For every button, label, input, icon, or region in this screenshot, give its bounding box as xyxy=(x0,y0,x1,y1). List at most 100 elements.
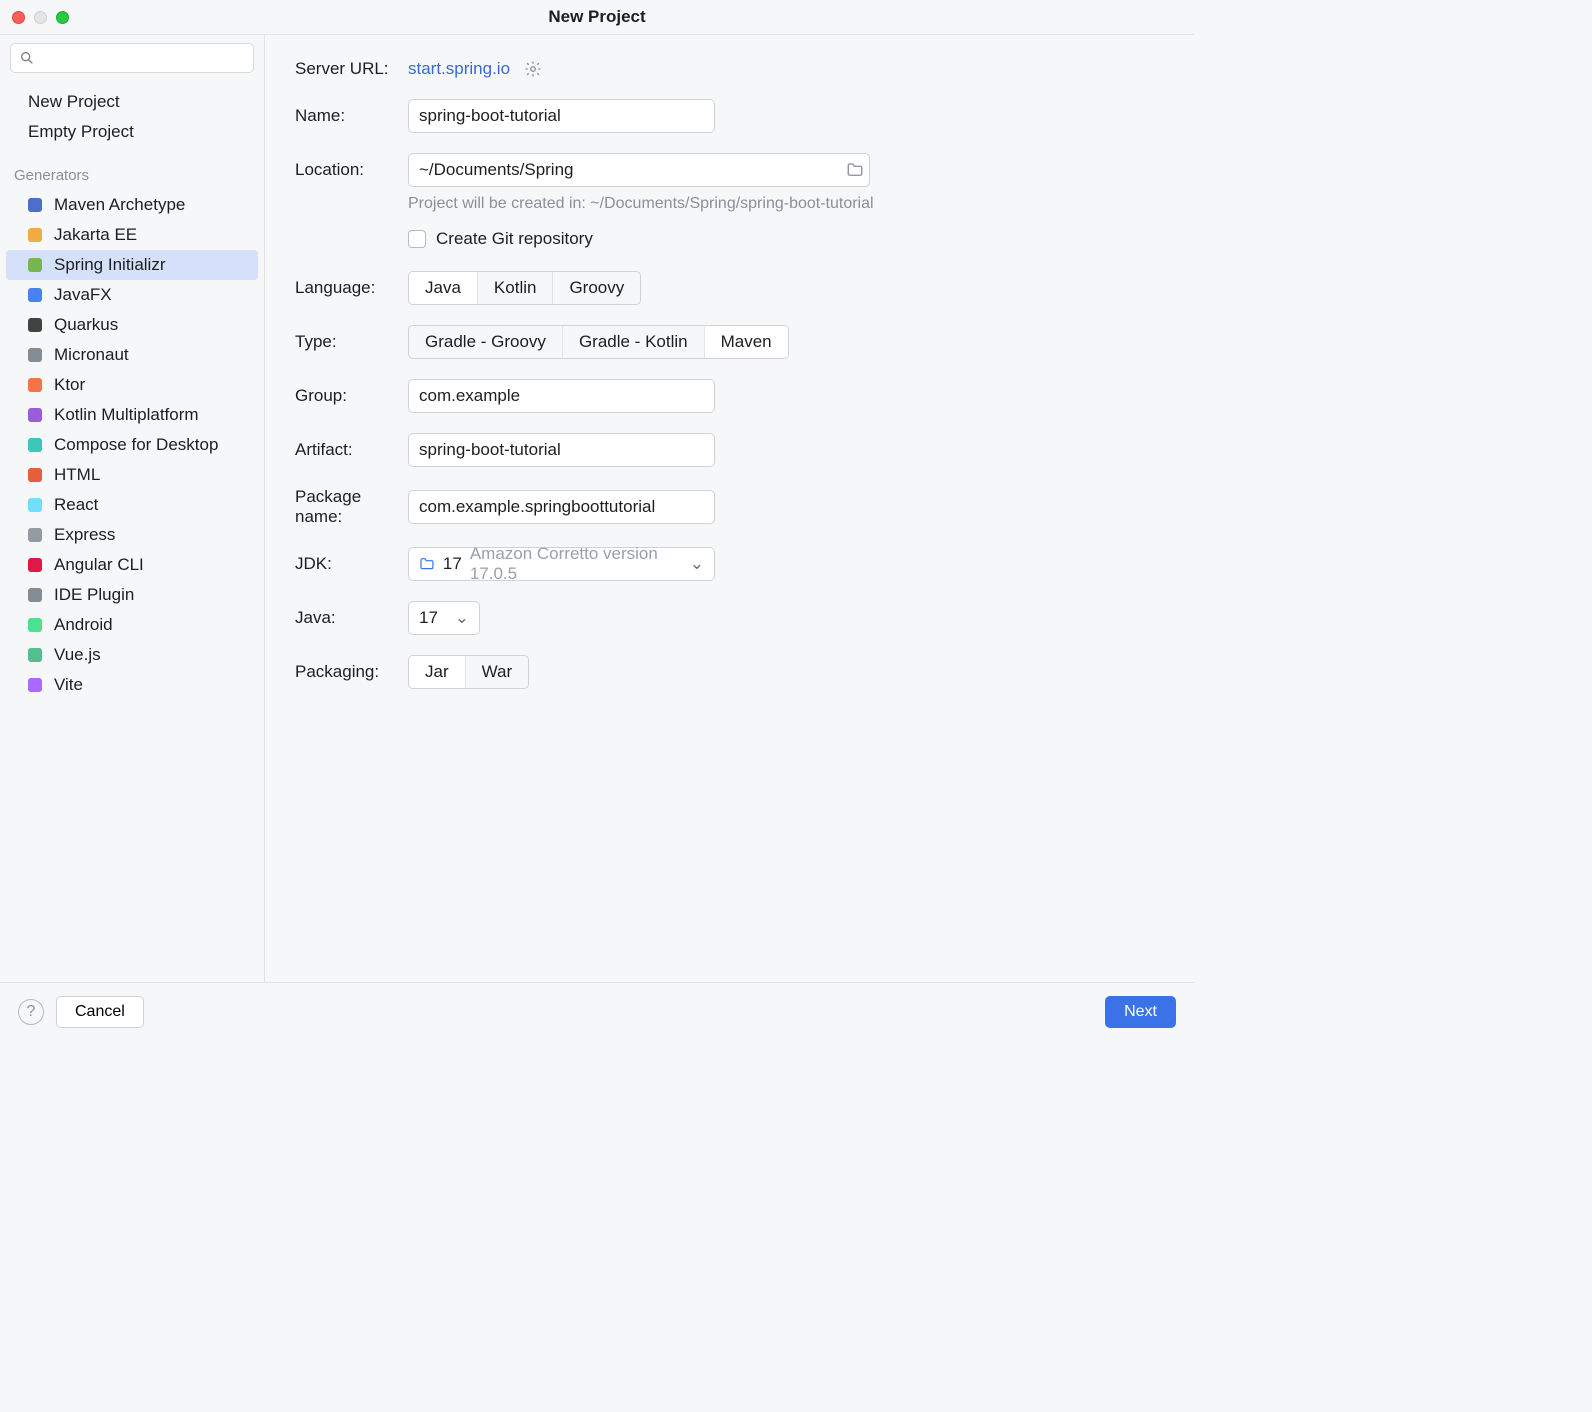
server-url-link[interactable]: start.spring.io xyxy=(408,59,510,79)
package-input[interactable] xyxy=(408,490,715,524)
language-option-kotlin[interactable]: Kotlin xyxy=(477,272,553,304)
jdk-detail: Amazon Corretto version 17.0.5 xyxy=(470,544,682,584)
generator-label: Jakarta EE xyxy=(54,225,137,245)
close-window-button[interactable] xyxy=(12,11,25,24)
generator-item-react[interactable]: React xyxy=(6,490,258,520)
java-label: Java: xyxy=(295,608,408,628)
generator-item-spring-initializr[interactable]: Spring Initializr xyxy=(6,250,258,280)
generator-icon xyxy=(26,586,44,604)
type-option-maven[interactable]: Maven xyxy=(704,326,788,358)
generator-label: Quarkus xyxy=(54,315,118,335)
generator-label: HTML xyxy=(54,465,100,485)
group-input[interactable] xyxy=(408,379,715,413)
generator-item-javafx[interactable]: JavaFX xyxy=(6,280,258,310)
group-label: Group: xyxy=(295,386,408,406)
generator-item-android[interactable]: Android xyxy=(6,610,258,640)
generator-item-jakarta-ee[interactable]: Jakarta EE xyxy=(6,220,258,250)
generator-item-ktor[interactable]: Ktor xyxy=(6,370,258,400)
type-label: Type: xyxy=(295,332,408,352)
sidebar-item-empty-project[interactable]: Empty Project xyxy=(0,117,264,147)
artifact-label: Artifact: xyxy=(295,440,408,460)
search-input[interactable] xyxy=(10,43,254,73)
generator-icon xyxy=(26,556,44,574)
generator-item-ide-plugin[interactable]: IDE Plugin xyxy=(6,580,258,610)
window-controls xyxy=(12,11,69,24)
generator-icon xyxy=(26,676,44,694)
generator-item-compose-for-desktop[interactable]: Compose for Desktop xyxy=(6,430,258,460)
generator-item-maven-archetype[interactable]: Maven Archetype xyxy=(6,190,258,220)
generator-label: React xyxy=(54,495,98,515)
location-input[interactable] xyxy=(408,153,870,187)
language-label: Language: xyxy=(295,278,408,298)
language-segmented: JavaKotlinGroovy xyxy=(408,271,641,305)
generator-icon xyxy=(26,646,44,664)
type-segmented: Gradle - GroovyGradle - KotlinMaven xyxy=(408,325,789,359)
generator-icon xyxy=(26,196,44,214)
generator-item-html[interactable]: HTML xyxy=(6,460,258,490)
generator-label: Compose for Desktop xyxy=(54,435,218,455)
java-dropdown[interactable]: 17 ⌄ xyxy=(408,601,480,635)
generator-label: IDE Plugin xyxy=(54,585,134,605)
jdk-version: 17 xyxy=(443,554,462,574)
generator-icon xyxy=(26,226,44,244)
gear-icon[interactable] xyxy=(524,60,542,78)
packaging-option-war[interactable]: War xyxy=(465,656,529,688)
generator-item-quarkus[interactable]: Quarkus xyxy=(6,310,258,340)
type-option-gradle-kotlin[interactable]: Gradle - Kotlin xyxy=(562,326,704,358)
generator-icon xyxy=(26,256,44,274)
next-button[interactable]: Next xyxy=(1105,996,1176,1028)
chevron-down-icon: ⌄ xyxy=(455,608,469,628)
location-label: Location: xyxy=(295,160,408,180)
zoom-window-button[interactable] xyxy=(56,11,69,24)
generator-label: Android xyxy=(54,615,113,635)
generator-item-micronaut[interactable]: Micronaut xyxy=(6,340,258,370)
footer: ? Cancel Next xyxy=(0,982,1194,1040)
generator-item-express[interactable]: Express xyxy=(6,520,258,550)
minimize-window-button[interactable] xyxy=(34,11,47,24)
generator-icon xyxy=(26,316,44,334)
sidebar-item-new-project[interactable]: New Project xyxy=(0,87,264,117)
generator-icon xyxy=(26,466,44,484)
folder-icon[interactable] xyxy=(846,161,864,179)
package-label: Package name: xyxy=(295,487,408,527)
main-form: Server URL: start.spring.io Name: Locati… xyxy=(265,35,1194,982)
generator-icon xyxy=(26,346,44,364)
chevron-down-icon: ⌄ xyxy=(690,554,704,574)
folder-icon xyxy=(419,555,435,573)
git-checkbox[interactable] xyxy=(408,230,426,248)
packaging-segmented: JarWar xyxy=(408,655,529,689)
generator-icon xyxy=(26,436,44,454)
git-checkbox-label: Create Git repository xyxy=(436,229,593,249)
artifact-input[interactable] xyxy=(408,433,715,467)
language-option-groovy[interactable]: Groovy xyxy=(552,272,640,304)
window-title: New Project xyxy=(0,7,1194,27)
generator-item-kotlin-multiplatform[interactable]: Kotlin Multiplatform xyxy=(6,400,258,430)
generator-icon xyxy=(26,496,44,514)
packaging-option-jar[interactable]: Jar xyxy=(409,656,465,688)
generator-icon xyxy=(26,406,44,424)
generator-icon xyxy=(26,526,44,544)
language-option-java[interactable]: Java xyxy=(409,272,477,304)
generator-label: Spring Initializr xyxy=(54,255,166,275)
generator-label: Micronaut xyxy=(54,345,129,365)
generator-item-angular-cli[interactable]: Angular CLI xyxy=(6,550,258,580)
name-input[interactable] xyxy=(408,99,715,133)
jdk-dropdown[interactable]: 17 Amazon Corretto version 17.0.5 ⌄ xyxy=(408,547,715,581)
help-button[interactable]: ? xyxy=(18,999,44,1025)
generator-icon xyxy=(26,286,44,304)
generator-label: Maven Archetype xyxy=(54,195,185,215)
generator-label: Vite xyxy=(54,675,83,695)
generator-item-vue-js[interactable]: Vue.js xyxy=(6,640,258,670)
cancel-button[interactable]: Cancel xyxy=(56,996,144,1028)
sidebar: New ProjectEmpty Project Generators Mave… xyxy=(0,35,265,982)
location-hint: Project will be created in: ~/Documents/… xyxy=(408,195,1164,213)
generator-label: Kotlin Multiplatform xyxy=(54,405,199,425)
generator-icon xyxy=(26,376,44,394)
generator-label: Vue.js xyxy=(54,645,101,665)
packaging-label: Packaging: xyxy=(295,662,408,682)
server-url-label: Server URL: xyxy=(295,59,408,79)
type-option-gradle-groovy[interactable]: Gradle - Groovy xyxy=(409,326,562,358)
generator-item-vite[interactable]: Vite xyxy=(6,670,258,700)
jdk-label: JDK: xyxy=(295,554,408,574)
name-label: Name: xyxy=(295,106,408,126)
